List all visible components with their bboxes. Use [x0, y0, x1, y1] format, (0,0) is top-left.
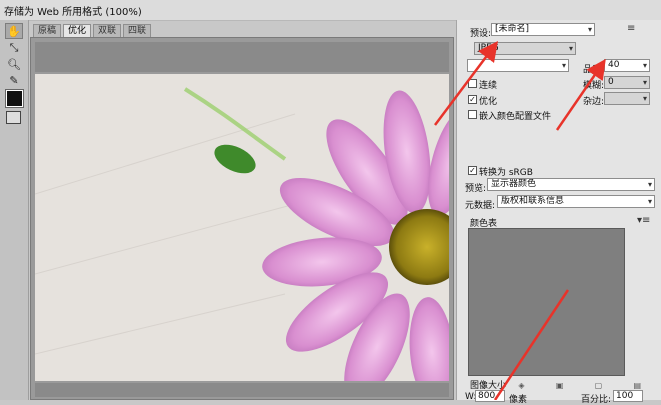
- percent-label: 百分比:: [581, 395, 612, 405]
- canvas-bottom-band: [35, 383, 449, 397]
- preview-label: 预览:: [465, 184, 487, 194]
- quality-preset-dropdown[interactable]: ▾: [467, 59, 569, 72]
- tab-original[interactable]: 原稿: [33, 24, 62, 38]
- chevron-down-icon: ▾: [647, 180, 652, 189]
- optimized-label: 优化: [479, 97, 498, 107]
- color-table-swatches[interactable]: [468, 228, 625, 376]
- tab-2-up[interactable]: 双联: [93, 24, 122, 38]
- convert-srgb-label: 转换为 sRGB: [479, 168, 533, 178]
- chevron-down-icon: ▾: [642, 94, 647, 103]
- quality-label: 品质:: [583, 65, 605, 75]
- settings-panel: 预设: [未命名] ▾ ≡ JPEG ▾ ▾ 品质: 40 ▾ 连续 模糊: 0 ▾ ✓…: [456, 20, 661, 405]
- tab-4-up[interactable]: 四联: [123, 24, 152, 38]
- chevron-down-icon: ▾: [642, 78, 647, 87]
- preview-value: 显示器颜色: [491, 179, 537, 189]
- blur-input[interactable]: 0 ▾: [604, 76, 650, 89]
- optimized-checkbox[interactable]: ✓: [468, 95, 477, 104]
- embed-profile-checkbox[interactable]: [468, 110, 477, 119]
- chevron-down-icon: ▾: [642, 61, 647, 70]
- web-shift-icon[interactable]: ◈: [518, 381, 524, 391]
- eyedropper-icon[interactable]: ✎: [5, 72, 23, 88]
- chevron-down-icon: ▾: [587, 25, 592, 34]
- lock-color-icon[interactable]: ▣: [556, 381, 564, 391]
- progressive-checkbox[interactable]: [468, 79, 477, 88]
- preset-value: [未命名]: [495, 24, 530, 34]
- eyedropper-color-swatch[interactable]: [5, 89, 24, 108]
- format-value: JPEG: [478, 43, 499, 53]
- metadata-dropdown[interactable]: 版权和联系信息 ▾: [497, 195, 655, 208]
- metadata-value: 版权和联系信息: [501, 196, 565, 206]
- convert-srgb-checkbox[interactable]: ✓: [468, 166, 477, 175]
- blur-label: 模糊:: [583, 81, 605, 91]
- preview-canvas[interactable]: [30, 37, 454, 400]
- preset-menu-icon[interactable]: ≡: [627, 23, 635, 34]
- slice-select-icon[interactable]: ⤡: [5, 40, 23, 56]
- unit-label: 像素: [509, 395, 528, 405]
- progressive-label: 连续: [479, 81, 498, 91]
- blur-value: 0: [608, 77, 614, 87]
- view-tabs: 原稿 优化 双联 四联: [33, 24, 152, 38]
- toggle-slices-icon[interactable]: [6, 111, 21, 124]
- window-title: 存储为 Web 所用格式 (100%): [4, 7, 142, 18]
- chevron-down-icon: ▾: [647, 197, 652, 206]
- flower-illustration: [35, 74, 449, 381]
- canvas-top-band: [35, 42, 449, 72]
- metadata-label: 元数据:: [465, 201, 496, 211]
- preset-dropdown[interactable]: [未命名] ▾: [491, 23, 595, 36]
- percent-input[interactable]: 100: [613, 390, 643, 402]
- width-input[interactable]: 800: [475, 390, 505, 402]
- hand-icon[interactable]: ✋: [5, 23, 23, 39]
- embed-profile-label: 嵌入颜色配置文件: [479, 112, 552, 122]
- color-table-menu-icon[interactable]: ▾≡: [637, 215, 650, 226]
- window-titlebar: 存储为 Web 所用格式 (100%): [0, 0, 661, 21]
- flower-photo: [35, 74, 449, 381]
- preset-label: 预设:: [470, 29, 492, 39]
- quality-value: 40: [608, 60, 620, 70]
- chevron-down-icon: ▾: [568, 44, 573, 53]
- matte-dropdown[interactable]: ▾: [604, 92, 650, 105]
- preview-dropdown[interactable]: 显示器颜色 ▾: [487, 178, 655, 191]
- matte-label: 杂边:: [583, 97, 605, 107]
- tool-panel: ✋ ⤡ 🔍︎ ✎: [0, 20, 29, 400]
- tab-optimized[interactable]: 优化: [63, 24, 92, 38]
- quality-input[interactable]: 40 ▾: [604, 59, 650, 72]
- chevron-down-icon: ▾: [561, 61, 566, 70]
- new-color-icon[interactable]: ▢: [595, 381, 603, 391]
- format-dropdown[interactable]: JPEG ▾: [474, 42, 576, 55]
- zoom-icon[interactable]: 🔍︎: [5, 56, 23, 72]
